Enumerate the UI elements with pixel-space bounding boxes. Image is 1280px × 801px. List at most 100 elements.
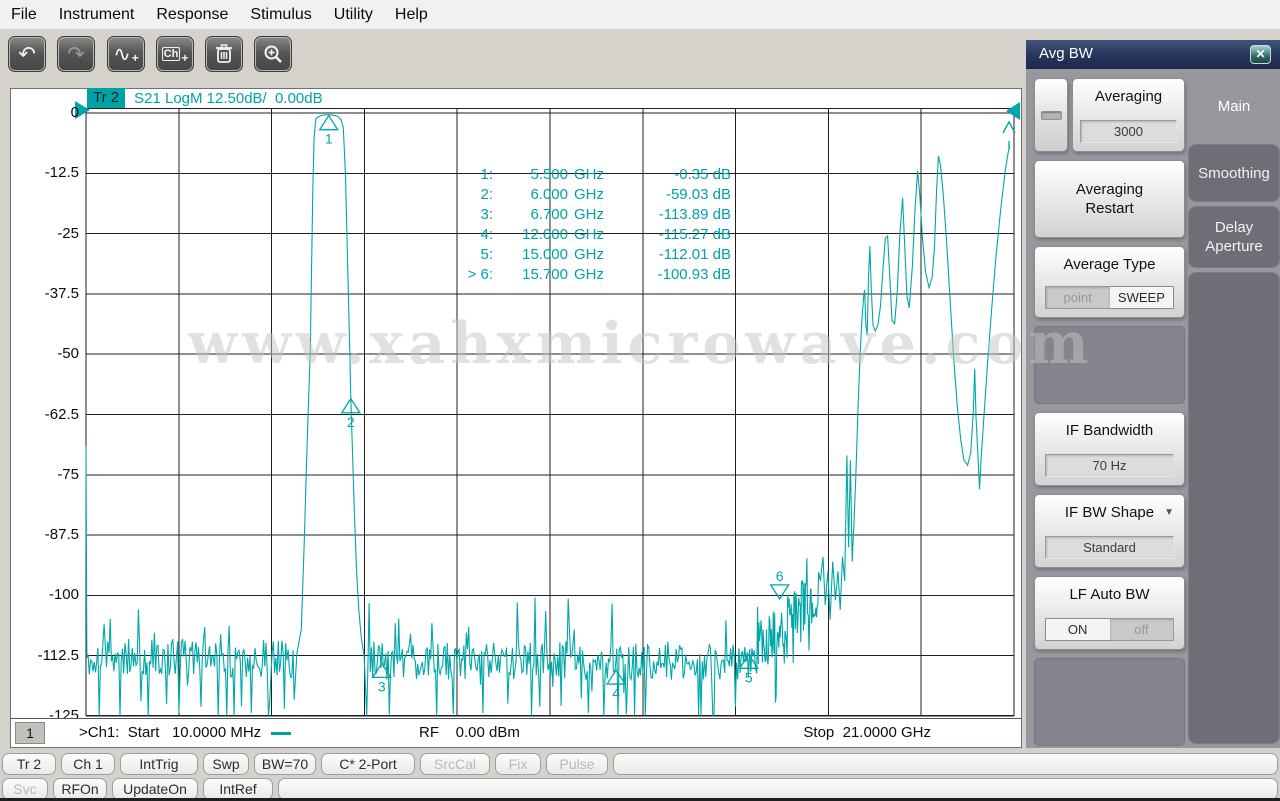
y-axis-tick-label: -12.5 [11,164,79,181]
averaging-toggle-button[interactable] [1034,78,1068,152]
average-type-point-option[interactable]: point [1046,287,1110,308]
panel-title-bar[interactable]: Avg BW ✕ [1026,40,1280,69]
delete-trash-icon [215,44,233,64]
menu-item-instrument[interactable]: Instrument [48,6,146,24]
panel-title: Avg BW [1039,45,1093,62]
status-filler [613,753,1278,775]
tab-empty [1188,272,1280,744]
y-axis-tick-label: -75 [11,466,79,483]
zoom-in-icon [263,44,283,64]
trace-format-label: S21 LogM 12.50dB/ 0.00dB [134,90,322,107]
status-button-ch-1[interactable]: Ch 1 [61,753,115,775]
marker-6-glyph [771,585,789,599]
add-trace-icon: ∿ [113,42,131,67]
undo-button[interactable]: ↶ [8,36,46,72]
if-bw-shape-value: Standard [1045,536,1175,559]
status-button-bw-70[interactable]: BW=70 [254,753,316,775]
close-icon[interactable]: ✕ [1250,45,1271,64]
if-bandwidth-label: IF Bandwidth [1066,421,1154,440]
if-bandwidth-button[interactable]: IF Bandwidth 70 Hz [1034,412,1185,486]
status-filler [278,778,1278,800]
marker-3-label: 3 [378,678,386,694]
marker-1-glyph [320,116,338,130]
average-type-button[interactable]: Average Type point SWEEP [1034,246,1185,318]
toggle-bar-icon [1041,111,1062,120]
y-axis-tick-label: -50 [11,345,79,362]
status-button-updateon[interactable]: UpdateOn [112,778,198,800]
marker-readout-table: 1:5.500GHz-0.35 dB2:6.000GHz-59.03 dB3:6… [431,165,731,285]
channel-start-text: >Ch1: Start 10.0000 MHz [79,724,291,741]
lf-auto-bw-on-option[interactable]: ON [1046,619,1110,640]
status-button-pulse[interactable]: Pulse [546,753,608,775]
tab-main[interactable]: Main [1188,80,1280,132]
add-trace-button[interactable]: ∿+ [107,36,145,72]
empty-softkey-1 [1034,326,1185,404]
status-button-inttrig[interactable]: IntTrig [120,753,198,775]
menu-item-utility[interactable]: Utility [323,6,384,24]
delete-button[interactable] [205,36,243,72]
status-button-srccal[interactable]: SrcCal [420,753,490,775]
average-type-segmented: point SWEEP [1045,286,1175,309]
empty-softkey-2 [1034,658,1185,746]
if-bw-shape-button[interactable]: IF BW Shape ▼ Standard [1034,494,1185,568]
status-button-svc[interactable]: Svc [2,778,48,800]
channel-number-badge[interactable]: 1 [15,722,45,744]
menu-item-help[interactable]: Help [384,6,439,24]
undo-icon: ↶ [18,42,36,67]
y-axis-tick-label: -100 [11,586,79,603]
add-channel-button[interactable]: Ch+ [156,36,194,72]
chevron-down-icon: ▼ [1164,507,1174,518]
channel-status-bar: 1 >Ch1: Start 10.0000 MHz RF 0.00 dBm St… [11,718,1021,747]
tab-delay-aperture[interactable]: Delay Aperture [1188,206,1280,268]
lf-auto-bw-button[interactable]: LF Auto BW ON off [1034,576,1185,650]
marker-table-row: 5:15.000GHz-112.01 dB [431,245,731,265]
y-axis-tick-label: -25 [11,225,79,242]
marker-table-row: 2:6.000GHz-59.03 dB [431,185,731,205]
status-bar-row-1: Tr 2Ch 1IntTrigSwpBW=70C* 2-PortSrcCalFi… [0,753,1280,776]
average-type-label: Average Type [1063,255,1155,274]
marker-2-label: 2 [347,414,355,430]
menu-item-stimulus[interactable]: Stimulus [239,6,322,24]
ref-level-right-icon [1006,102,1020,120]
offscale-up-arrow-icon [1003,122,1015,133]
trace-color-dash-icon [271,732,291,735]
tab-smoothing[interactable]: Smoothing [1188,144,1280,202]
y-axis-tick-label: -87.5 [11,526,79,543]
y-axis-tick-label: -37.5 [11,285,79,302]
status-button-swp[interactable]: Swp [203,753,249,775]
y-axis-tick-label: 0 [11,104,79,121]
marker-4-label: 4 [612,685,620,701]
status-button-c-2-port[interactable]: C* 2-Port [321,753,415,775]
trace-header: Tr 2 S21 LogM 12.50dB/ 0.00dB [87,87,323,109]
averaging-restart-label: Averaging Restart [1060,180,1160,218]
menu-bar: FileInstrumentResponseStimulusUtilityHel… [0,0,1280,30]
status-button-tr-2[interactable]: Tr 2 [2,753,56,775]
plot-window: 1 2 3 4 5 6 Tr 2 S21 LogM 12.50dB/ 0.00dB 0 -1… [10,88,1022,748]
marker-4-glyph [607,670,625,684]
marker-5-label: 5 [745,669,753,685]
trace-badge[interactable]: Tr 2 [87,88,125,108]
marker-6-label: 6 [776,568,784,584]
average-type-sweep-option[interactable]: SWEEP [1110,287,1174,308]
avg-bw-panel: Avg BW ✕ Averaging 3000 Averaging Restar… [1026,40,1280,748]
status-button-fix[interactable]: Fix [495,753,541,775]
menu-item-file[interactable]: File [0,6,48,24]
menu-item-response[interactable]: Response [145,6,239,24]
marker-table-row: 4:12.000GHz-115.27 dB [431,225,731,245]
status-button-rfon[interactable]: RFOn [53,778,107,800]
lf-auto-bw-segmented: ON off [1045,618,1175,641]
zoom-button[interactable] [254,36,292,72]
averaging-restart-button[interactable]: Averaging Restart [1034,160,1185,238]
channel-stop-text: Stop 21.0000 GHz [711,724,931,741]
marker-table-row: 3:6.700GHz-113.89 dB [431,205,731,225]
lf-auto-bw-off-option[interactable]: off [1110,619,1174,640]
redo-button[interactable]: ↷ [57,36,95,72]
averaging-button[interactable]: Averaging 3000 [1072,78,1185,152]
if-bw-shape-label: IF BW Shape [1065,503,1154,522]
if-bandwidth-value: 70 Hz [1045,454,1175,477]
marker-1-label: 1 [325,131,333,147]
averaging-value: 3000 [1080,120,1177,143]
averaging-label: Averaging [1095,87,1162,106]
status-button-intref[interactable]: IntRef [203,778,273,800]
marker-table-row: > 6:15.700GHz-100.93 dB [431,265,731,285]
